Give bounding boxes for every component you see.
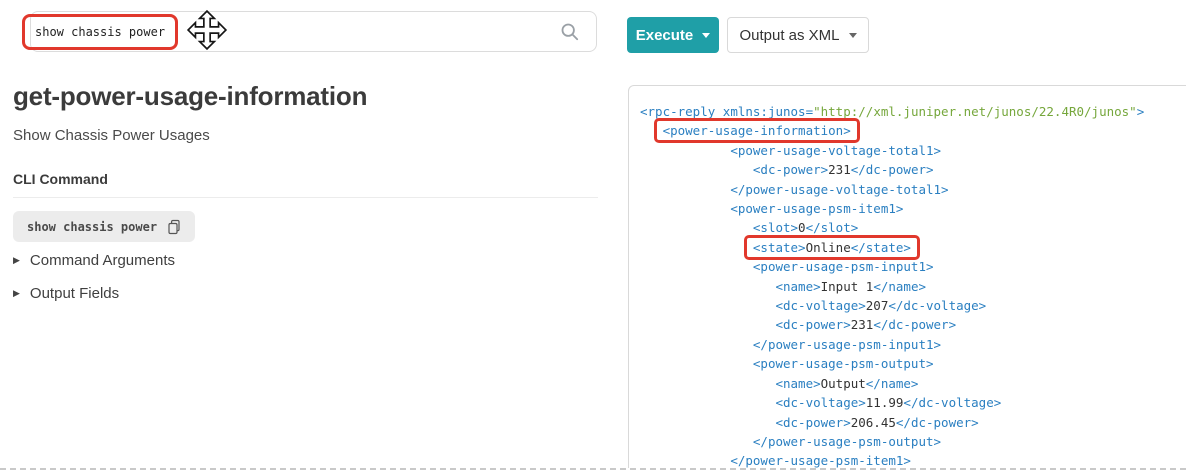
cli-command-text: show chassis power <box>27 220 157 234</box>
cli-command-heading: CLI Command <box>13 171 598 198</box>
collapsible-output-fields[interactable]: ▶ Output Fields <box>13 285 119 302</box>
xml-tag: </name> <box>866 376 919 391</box>
xml-line: <name>Output</name> <box>640 374 1186 393</box>
triangle-right-icon: ▶ <box>13 256 20 265</box>
cli-command-pill[interactable]: show chassis power <box>13 211 195 242</box>
collapsible-label: Output Fields <box>30 285 119 302</box>
xml-line: <dc-power>231</dc-power> <box>640 160 1186 179</box>
xml-tag: <dc-power> <box>775 415 850 430</box>
cli-explorer-screen: show chassis power Execute Output as XML… <box>0 0 1186 476</box>
xml-tag: </name> <box>873 279 926 294</box>
xml-tag: </power-usage-psm-item1> <box>730 453 911 468</box>
xml-tag: </dc-power> <box>851 162 934 177</box>
xml-text-value: 231 <box>851 317 874 332</box>
xml-text-value: 0 <box>798 220 806 235</box>
caret-down-icon <box>702 33 710 38</box>
xml-tag: <power-usage-voltage-total1> <box>730 143 941 158</box>
xml-code: <rpc-reply xmlns:junos="http://xml.junip… <box>629 86 1186 471</box>
xml-tag: <dc-power> <box>753 162 828 177</box>
move-cursor-icon <box>186 9 228 51</box>
xml-line: </power-usage-psm-input1> <box>640 335 1186 354</box>
xml-tag: <power-usage-psm-input1> <box>753 259 934 274</box>
xml-text-value: 206.45 <box>851 415 896 430</box>
xml-tag: </power-usage-psm-input1> <box>753 337 941 352</box>
caret-down-icon <box>849 33 857 38</box>
execute-button-label: Execute <box>636 27 694 44</box>
output-format-label: Output as XML <box>739 27 839 44</box>
xml-line: <state>Online</state> <box>640 238 1186 257</box>
triangle-right-icon: ▶ <box>13 289 20 298</box>
annotation-box-search: show chassis power <box>22 14 178 50</box>
page-title: get-power-usage-information <box>13 81 367 112</box>
xml-text-value: Output <box>821 376 866 391</box>
search-icon[interactable] <box>560 22 580 42</box>
xml-tag: <slot> <box>753 220 798 235</box>
xml-tag: </dc-voltage> <box>903 395 1001 410</box>
xml-tag: <dc-voltage> <box>775 298 865 313</box>
xml-tag: </dc-power> <box>873 317 956 332</box>
xml-tag: <power-usage-psm-output> <box>753 356 934 371</box>
xml-tag: xmlns:junos= <box>715 104 813 119</box>
xml-line: </power-usage-psm-output> <box>640 432 1186 451</box>
xml-text-value: Input 1 <box>821 279 874 294</box>
xml-line: <dc-power>231</dc-power> <box>640 315 1186 334</box>
page-description: Show Chassis Power Usages <box>13 127 210 144</box>
xml-tag: </dc-voltage> <box>888 298 986 313</box>
xml-line: </power-usage-voltage-total1> <box>640 180 1186 199</box>
xml-tag: </state> <box>851 240 911 255</box>
xml-tag: <name> <box>775 376 820 391</box>
xml-tag: </power-usage-voltage-total1> <box>730 182 948 197</box>
search-input[interactable]: show chassis power <box>30 11 597 52</box>
xml-line: <power-usage-psm-input1> <box>640 257 1186 276</box>
xml-tag: </slot> <box>806 220 859 235</box>
xml-tag: </dc-power> <box>896 415 979 430</box>
xml-tag: <state> <box>753 240 806 255</box>
collapsible-command-arguments[interactable]: ▶ Command Arguments <box>13 252 175 269</box>
xml-text-value: 231 <box>828 162 851 177</box>
xml-text-value: Online <box>806 240 851 255</box>
xml-line: <dc-power>206.45</dc-power> <box>640 413 1186 432</box>
xml-line: <power-usage-psm-item1> <box>640 199 1186 218</box>
xml-tag: <dc-power> <box>775 317 850 332</box>
xml-tag: </power-usage-psm-output> <box>753 434 941 449</box>
page-cutoff-dashed-line <box>0 468 1186 476</box>
annotation-box: <power-usage-information> <box>654 118 860 143</box>
xml-line: <power-usage-psm-output> <box>640 354 1186 373</box>
xml-tag: <rpc-reply <box>640 104 715 119</box>
xml-text-value: 11.99 <box>866 395 904 410</box>
xml-line: <name>Input 1</name> <box>640 277 1186 296</box>
xml-output-panel[interactable]: <rpc-reply xmlns:junos="http://xml.junip… <box>628 85 1186 476</box>
xml-line: <dc-voltage>207</dc-voltage> <box>640 296 1186 315</box>
xml-text-value: 207 <box>866 298 889 313</box>
output-format-dropdown[interactable]: Output as XML <box>727 17 869 53</box>
execute-button[interactable]: Execute <box>627 17 719 53</box>
annotation-box: <state>Online</state> <box>744 235 920 260</box>
xml-tag: > <box>1137 104 1145 119</box>
xml-tag: <power-usage-psm-item1> <box>730 201 903 216</box>
xml-line: <dc-voltage>11.99</dc-voltage> <box>640 393 1186 412</box>
search-input-value: show chassis power <box>35 25 165 39</box>
xml-line: <power-usage-voltage-total1> <box>640 141 1186 160</box>
xml-line: <power-usage-information> <box>640 121 1186 140</box>
xml-tag: <dc-voltage> <box>775 395 865 410</box>
xml-tag: <power-usage-information> <box>663 123 851 138</box>
copy-icon[interactable] <box>166 219 181 235</box>
xml-attr-value: "http://xml.juniper.net/junos/22.4R0/jun… <box>813 104 1137 119</box>
collapsible-label: Command Arguments <box>30 252 175 269</box>
xml-tag: <name> <box>775 279 820 294</box>
